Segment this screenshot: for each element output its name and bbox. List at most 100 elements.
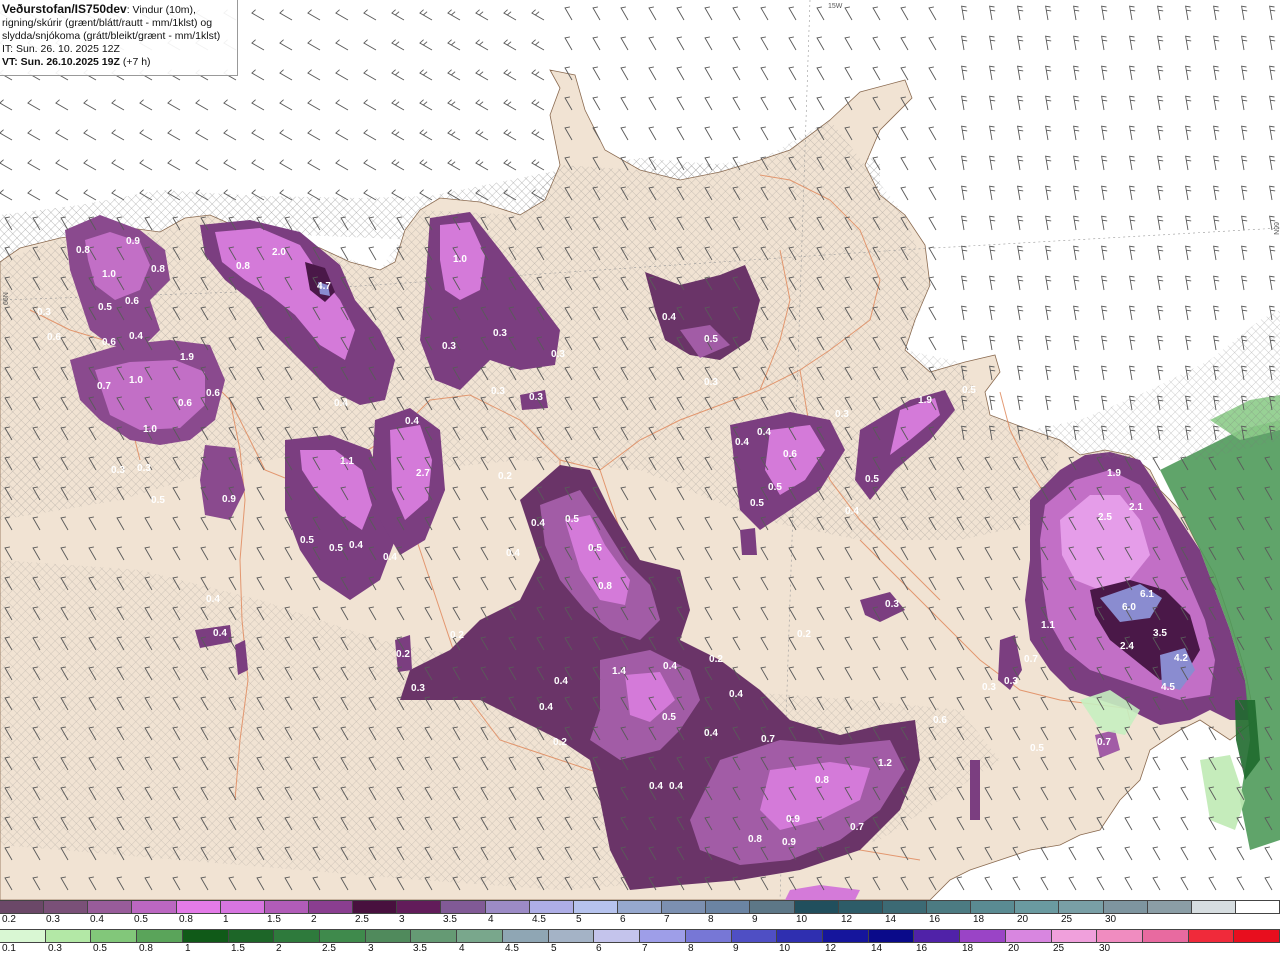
scale-swatch xyxy=(411,930,458,942)
scale-label: 4.5 xyxy=(505,943,519,954)
precip-value-label: 2.4 xyxy=(1120,641,1134,652)
snow-scale-labels: 0.2 0.3 0.4 0.5 0.8 1 1.5 2 2.5 3 3.5 4 4.5 5 6 7 8 9 10 12… xyxy=(0,914,1280,928)
precip-value-label: 0.2 xyxy=(396,649,410,660)
precip-value-label: 4.5 xyxy=(1161,682,1175,693)
precip-value-label: 0.3 xyxy=(982,682,996,693)
precip-value-label: 0.8 xyxy=(748,834,762,845)
scale-label: 8 xyxy=(688,943,694,954)
precip-value-label: 6.0 xyxy=(1122,602,1136,613)
precip-value-label: 0.3 xyxy=(411,683,425,694)
precip-value-label: 0.9 xyxy=(222,494,236,505)
scale-label: 18 xyxy=(973,914,985,925)
scale-swatch xyxy=(882,901,927,913)
scale-label: 3 xyxy=(399,914,405,925)
scale-swatch xyxy=(960,930,1006,942)
map-header: Veðurstofan/IS750dev: Vindur (10m), rign… xyxy=(0,0,238,76)
scale-label: 14 xyxy=(871,943,883,954)
precip-value-label: 0.8 xyxy=(598,581,612,592)
precip-value-label: 0.4 xyxy=(405,416,419,427)
scale-swatch xyxy=(176,901,221,913)
precip-value-label: 1.9 xyxy=(180,352,194,363)
valid-time: VT: Sun. 26.10.2025 19Z xyxy=(2,56,120,68)
scale-swatch xyxy=(1059,901,1104,913)
precip-value-label: 0.4 xyxy=(554,676,568,687)
precip-value-label: 0.6 xyxy=(47,332,61,343)
header-line1: : Vindur (10m), xyxy=(126,4,196,16)
scale-swatch xyxy=(548,930,595,942)
precip-value-label: 1.0 xyxy=(102,269,116,280)
precip-value-label: 0.4 xyxy=(669,781,683,792)
precip-value-label: 0.5 xyxy=(151,495,165,506)
scale-label: 3 xyxy=(368,943,374,954)
precip-value-label: 0.8 xyxy=(151,264,165,275)
precip-value-label: 0.6 xyxy=(783,449,797,460)
precip-value-label: 0.5 xyxy=(329,543,343,554)
precip-value-label: 2.0 xyxy=(272,247,286,258)
precip-value-label: 0.3 xyxy=(493,328,507,339)
scale-swatch xyxy=(320,930,366,942)
scale-swatch xyxy=(220,901,265,913)
scale-label: 0.1 xyxy=(2,943,16,954)
precip-value-label: 0.4 xyxy=(506,548,520,559)
precip-value-label: 0.4 xyxy=(663,661,677,672)
rain-scale-labels: 0.1 0.3 0.5 0.8 1 1.5 2 2.5 3 3.5 4 4.5 5 6 7 8 9 10 12 14 1… xyxy=(0,943,1280,957)
precip-value-label: 0.2 xyxy=(553,737,567,748)
scale-swatch xyxy=(1005,930,1052,942)
scale-swatch xyxy=(1191,901,1236,913)
precip-value-label: 0.4 xyxy=(531,518,545,529)
scale-label: 4 xyxy=(488,914,494,925)
precip-value-label: 0.5 xyxy=(865,474,879,485)
precip-value-label: 0.8 xyxy=(815,775,829,786)
scale-label: 25 xyxy=(1053,943,1065,954)
weather-map: 0.8 0.9 1.0 0.8 0.5 0.6 0.3 0.6 0.6 0.4 1.9 0.7 1.0 0… xyxy=(0,0,1280,900)
precip-value-label: 0.3 xyxy=(442,341,456,352)
precip-value-label: 0.7 xyxy=(850,822,864,833)
precip-value-label: 0.6 xyxy=(178,398,192,409)
precip-value-label: 3.5 xyxy=(1153,628,1167,639)
precip-value-label: 0.4 xyxy=(845,506,859,517)
precip-value-label: 2.5 xyxy=(1098,512,1112,523)
scale-label: 0.4 xyxy=(90,914,104,925)
precip-value-label: 0.2 xyxy=(450,630,464,641)
scale-label: 2 xyxy=(311,914,317,925)
precip-value-label: 0.5 xyxy=(704,334,718,345)
scale-swatch xyxy=(706,901,751,913)
precip-value-label: 0.9 xyxy=(126,236,140,247)
scale-swatch xyxy=(914,930,961,942)
scale-swatch xyxy=(44,901,89,913)
precip-value-label: 0.3 xyxy=(704,377,718,388)
precip-value-label: 0.7 xyxy=(97,381,111,392)
scale-swatch xyxy=(365,930,412,942)
scale-swatch xyxy=(1097,930,1143,942)
lon-label-top: 15W xyxy=(828,3,843,10)
precip-value-label: 0.6 xyxy=(102,337,116,348)
scale-swatch xyxy=(485,901,530,913)
precip-value-label: 0.4 xyxy=(735,437,749,448)
precip-value-label: 0.5 xyxy=(662,712,676,723)
scale-swatch xyxy=(88,901,133,913)
scale-swatch xyxy=(91,930,138,942)
precip-value-label: 1.0 xyxy=(129,375,143,386)
scale-label: 0.2 xyxy=(2,914,16,925)
scale-swatch xyxy=(573,901,618,913)
precip-value-label: 0.4 xyxy=(334,398,348,409)
scale-label: 0.3 xyxy=(48,943,62,954)
scale-label: 20 xyxy=(1008,943,1020,954)
scale-swatch xyxy=(794,901,839,913)
scale-swatch xyxy=(0,901,45,913)
precip-value-label: 1.0 xyxy=(453,254,467,265)
precip-value-label: 6.1 xyxy=(1140,589,1154,600)
scale-label: 9 xyxy=(733,943,739,954)
precip-value-label: 0.3 xyxy=(885,599,899,610)
scale-swatch xyxy=(926,901,972,913)
scale-swatch xyxy=(529,901,574,913)
scale-swatch xyxy=(228,930,275,942)
scale-label: 5 xyxy=(551,943,557,954)
header-line3: slydda/snjókoma (grátt/bleikt/grænt - mm… xyxy=(2,30,221,42)
lat-label-right: 66N xyxy=(1272,222,1279,235)
scale-label: 16 xyxy=(916,943,928,954)
scale-swatch xyxy=(594,930,641,942)
precip-value-label: 1.9 xyxy=(918,395,932,406)
precip-value-label: 0.5 xyxy=(565,514,579,525)
precip-value-label: 0.3 xyxy=(137,463,151,474)
